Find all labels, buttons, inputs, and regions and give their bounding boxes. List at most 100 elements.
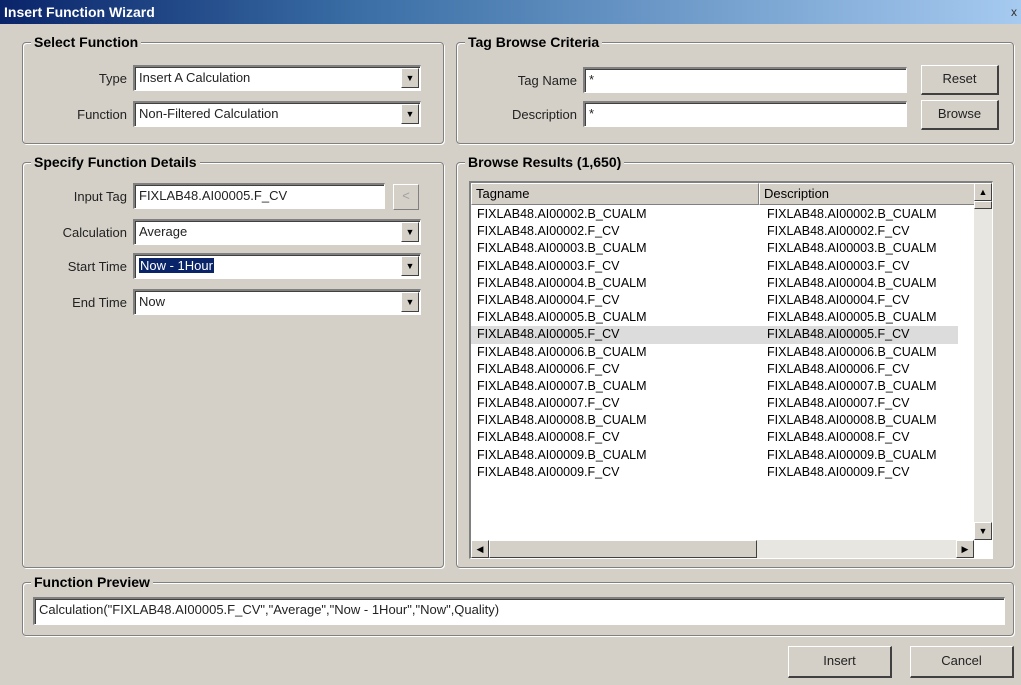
- description-cell: FIXLAB48.AI00007.B_CUALM: [767, 378, 937, 393]
- description-cell: FIXLAB48.AI00002.F_CV: [767, 224, 910, 239]
- tag-name-label: Tag Name: [517, 73, 577, 88]
- function-preview-title: Function Preview: [31, 573, 153, 591]
- start-time-value: Now - 1Hour: [139, 258, 214, 273]
- horizontal-scrollbar[interactable]: ◀ ▶: [471, 540, 974, 558]
- select-function-group: Select Function Type Insert A Calculatio…: [22, 33, 444, 144]
- description-cell: FIXLAB48.AI00003.B_CUALM: [767, 241, 937, 256]
- table-row[interactable]: FIXLAB48.AI00009.F_CV FIXLAB48.AI00009.F_…: [471, 464, 958, 481]
- arrow-up-icon[interactable]: ▲: [974, 183, 992, 201]
- end-time-label: End Time: [72, 295, 127, 310]
- tagname-cell: FIXLAB48.AI00004.B_CUALM: [477, 275, 647, 290]
- title-bar: Insert Function Wizard x: [0, 0, 1021, 24]
- tagname-cell: FIXLAB48.AI00009.F_CV: [477, 464, 620, 479]
- tagname-cell: FIXLAB48.AI00008.F_CV: [477, 430, 620, 445]
- calculation-value: Average: [139, 224, 188, 239]
- vertical-scrollbar[interactable]: ▲ ▼: [974, 183, 992, 540]
- start-time-label: Start Time: [67, 259, 127, 274]
- table-row[interactable]: FIXLAB48.AI00008.B_CUALM FIXLAB48.AI00008…: [471, 412, 958, 429]
- description-cell: FIXLAB48.AI00009.F_CV: [767, 464, 910, 479]
- table-row[interactable]: FIXLAB48.AI00007.B_CUALM FIXLAB48.AI00007…: [471, 378, 958, 395]
- close-icon[interactable]: x: [1011, 0, 1017, 24]
- description-cell: FIXLAB48.AI00006.B_CUALM: [767, 344, 937, 359]
- description-cell: FIXLAB48.AI00009.B_CUALM: [767, 447, 937, 462]
- function-details-group: Specify Function Details Input Tag FIXLA…: [22, 153, 444, 568]
- description-cell: FIXLAB48.AI00005.B_CUALM: [767, 310, 937, 325]
- description-cell: FIXLAB48.AI00006.F_CV: [767, 361, 910, 376]
- type-value: Insert A Calculation: [139, 70, 251, 85]
- table-row[interactable]: FIXLAB48.AI00005.B_CUALM FIXLAB48.AI00005…: [471, 309, 958, 326]
- description-input[interactable]: *: [583, 101, 907, 127]
- table-row[interactable]: FIXLAB48.AI00008.F_CV FIXLAB48.AI00008.F_…: [471, 429, 958, 446]
- description-label: Description: [511, 107, 577, 122]
- column-header-tagname[interactable]: Tagname: [471, 183, 759, 205]
- results-rows: FIXLAB48.AI00002.B_CUALM FIXLAB48.AI00002…: [471, 206, 958, 481]
- browse-button[interactable]: Browse: [921, 100, 999, 130]
- calculation-label: Calculation: [62, 225, 127, 240]
- table-row[interactable]: FIXLAB48.AI00006.F_CV FIXLAB48.AI00006.F_…: [471, 361, 958, 378]
- chevron-down-icon[interactable]: ▼: [401, 256, 419, 276]
- tagname-cell: FIXLAB48.AI00005.B_CUALM: [477, 310, 647, 325]
- tagname-cell: FIXLAB48.AI00007.F_CV: [477, 396, 620, 411]
- function-preview-field[interactable]: Calculation("FIXLAB48.AI00005.F_CV","Ave…: [33, 597, 1005, 625]
- function-select[interactable]: Non-Filtered Calculation ▼: [133, 101, 421, 127]
- window-title: Insert Function Wizard: [4, 4, 155, 20]
- start-time-select[interactable]: Now - 1Hour ▼: [133, 253, 421, 279]
- table-row[interactable]: FIXLAB48.AI00003.B_CUALM FIXLAB48.AI00003…: [471, 240, 958, 257]
- reset-button[interactable]: Reset: [921, 65, 999, 95]
- chevron-down-icon[interactable]: ▼: [401, 222, 419, 242]
- tagname-cell: FIXLAB48.AI00003.B_CUALM: [477, 241, 647, 256]
- arrow-right-icon[interactable]: ▶: [956, 540, 974, 558]
- vertical-scroll-thumb[interactable]: [974, 201, 992, 209]
- description-cell: FIXLAB48.AI00005.F_CV: [767, 327, 910, 342]
- horizontal-scroll-thumb[interactable]: [489, 540, 757, 558]
- browse-results-list[interactable]: Tagname Description FIXLAB48.AI00002.B_C…: [469, 181, 993, 559]
- tagname-cell: FIXLAB48.AI00004.F_CV: [477, 292, 620, 307]
- tagname-cell: FIXLAB48.AI00006.F_CV: [477, 361, 620, 376]
- tagname-cell: FIXLAB48.AI00002.F_CV: [477, 224, 620, 239]
- tagname-cell: FIXLAB48.AI00008.B_CUALM: [477, 413, 647, 428]
- type-select[interactable]: Insert A Calculation ▼: [133, 65, 421, 91]
- cancel-button[interactable]: Cancel: [910, 646, 1014, 678]
- input-tag-label: Input Tag: [73, 189, 127, 204]
- insert-button[interactable]: Insert: [788, 646, 892, 678]
- table-row[interactable]: FIXLAB48.AI00003.F_CV FIXLAB48.AI00003.F_…: [471, 258, 958, 275]
- function-details-title: Specify Function Details: [31, 153, 200, 171]
- column-header-description[interactable]: Description: [759, 183, 977, 205]
- description-cell: FIXLAB48.AI00003.F_CV: [767, 258, 910, 273]
- chevron-down-icon[interactable]: ▼: [401, 292, 419, 312]
- tagname-cell: FIXLAB48.AI00009.B_CUALM: [477, 447, 647, 462]
- arrow-down-icon[interactable]: ▼: [974, 522, 992, 540]
- function-label: Function: [77, 107, 127, 122]
- chevron-down-icon[interactable]: ▼: [401, 104, 419, 124]
- tagname-cell: FIXLAB48.AI00006.B_CUALM: [477, 344, 647, 359]
- tagname-cell: FIXLAB48.AI00002.B_CUALM: [477, 207, 647, 221]
- type-label: Type: [98, 71, 127, 86]
- input-tag-field[interactable]: FIXLAB48.AI00005.F_CV: [133, 183, 385, 209]
- table-row[interactable]: FIXLAB48.AI00005.F_CV FIXLAB48.AI00005.F_…: [471, 326, 958, 344]
- browse-results-group: Browse Results (1,650) Tagname Descripti…: [456, 153, 1014, 568]
- table-row[interactable]: FIXLAB48.AI00002.F_CV FIXLAB48.AI00002.F_…: [471, 223, 958, 240]
- table-row[interactable]: FIXLAB48.AI00007.F_CV FIXLAB48.AI00007.F_…: [471, 395, 958, 412]
- description-cell: FIXLAB48.AI00004.B_CUALM: [767, 275, 937, 290]
- tagname-cell: FIXLAB48.AI00007.B_CUALM: [477, 378, 647, 393]
- function-preview-group: Function Preview Calculation("FIXLAB48.A…: [22, 573, 1014, 636]
- function-value: Non-Filtered Calculation: [139, 106, 279, 121]
- end-time-value: Now: [139, 294, 166, 309]
- select-function-title: Select Function: [31, 33, 142, 51]
- table-row[interactable]: FIXLAB48.AI00002.B_CUALM FIXLAB48.AI00002…: [471, 206, 958, 223]
- table-row[interactable]: FIXLAB48.AI00009.B_CUALM FIXLAB48.AI00009…: [471, 447, 958, 464]
- arrow-left-icon[interactable]: ◀: [471, 540, 489, 558]
- description-cell: FIXLAB48.AI00008.F_CV: [767, 430, 910, 445]
- pick-tag-button[interactable]: <: [393, 184, 419, 210]
- tag-browse-criteria-title: Tag Browse Criteria: [465, 33, 603, 51]
- table-row[interactable]: FIXLAB48.AI00004.B_CUALM FIXLAB48.AI00004…: [471, 275, 958, 292]
- description-cell: FIXLAB48.AI00007.F_CV: [767, 396, 910, 411]
- tag-browse-criteria-group: Tag Browse Criteria Tag Name * Reset Des…: [456, 33, 1014, 144]
- table-row[interactable]: FIXLAB48.AI00006.B_CUALM FIXLAB48.AI00006…: [471, 344, 958, 361]
- table-row[interactable]: FIXLAB48.AI00004.F_CV FIXLAB48.AI00004.F_…: [471, 292, 958, 309]
- calculation-select[interactable]: Average ▼: [133, 219, 421, 245]
- tag-name-input[interactable]: *: [583, 67, 907, 93]
- chevron-down-icon[interactable]: ▼: [401, 68, 419, 88]
- description-cell: FIXLAB48.AI00002.B_CUALM: [767, 207, 937, 221]
- end-time-select[interactable]: Now ▼: [133, 289, 421, 315]
